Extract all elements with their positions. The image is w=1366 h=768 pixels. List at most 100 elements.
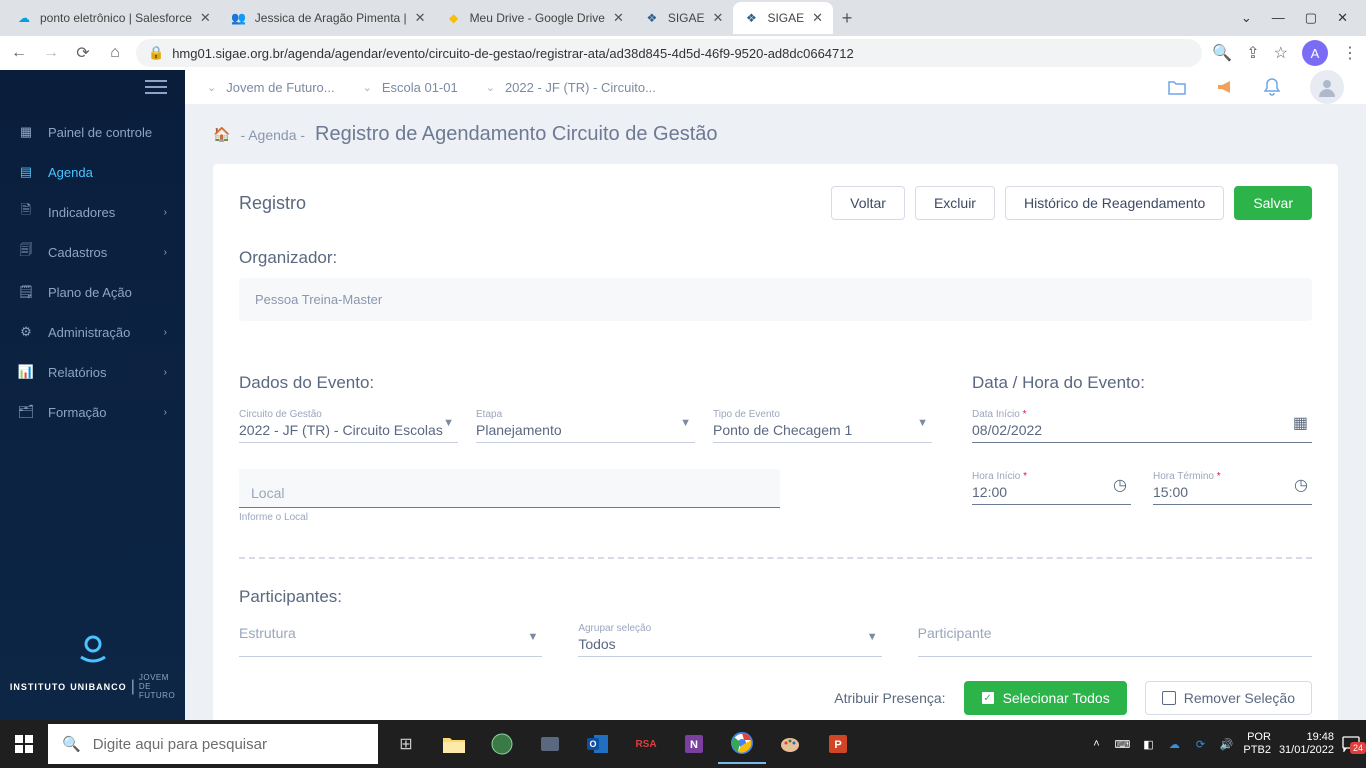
tray-app-icon[interactable]: ◧ (1139, 738, 1157, 751)
tab-title: ponto eletrônico | Salesforce (40, 11, 192, 25)
sidebar-item-indicadores[interactable]: 🗎Indicadores› (0, 192, 185, 232)
start-button[interactable] (0, 720, 48, 768)
logo-text-1: INSTITUTO (10, 682, 66, 692)
app-box-icon[interactable] (526, 724, 574, 764)
star-icon[interactable]: ☆ (1274, 43, 1288, 63)
participante-input[interactable]: Participante (918, 617, 1312, 657)
url-input[interactable]: 🔒 hmg01.sigae.org.br/agenda/agendar/even… (136, 39, 1202, 67)
chevron-down-icon: ▼ (680, 417, 691, 429)
chevron-down-icon[interactable]: ⌄ (1241, 10, 1252, 26)
profile-avatar[interactable]: A (1302, 40, 1328, 66)
volume-icon[interactable]: 🔊 (1217, 738, 1235, 751)
system-tray: ˄ ⌨ ◧ ☁ ⟳ 🔊 POR PTB2 19:48 31/01/2022 24 (1087, 731, 1366, 756)
app-globe-icon[interactable] (478, 724, 526, 764)
close-window-icon[interactable]: ✕ (1337, 10, 1348, 26)
tipo-evento-select[interactable]: Tipo de Evento Ponto de Checagem 1 ▼ (713, 403, 932, 443)
maximize-icon[interactable]: ▢ (1305, 10, 1317, 26)
salvar-button[interactable]: Salvar (1234, 186, 1312, 220)
local-input[interactable]: Local (239, 469, 780, 508)
powerpoint-icon[interactable]: P (814, 724, 862, 764)
home-button[interactable]: ⌂ (104, 42, 126, 64)
agrupar-select[interactable]: Agrupar seleção Todos ▼ (578, 617, 881, 657)
language-indicator[interactable]: POR PTB2 (1243, 731, 1271, 756)
reload-button[interactable]: ⟳ (72, 42, 94, 64)
chevron-down-icon: ▼ (867, 631, 878, 643)
sidebar-item-formacao[interactable]: 🗂Formação› (0, 392, 185, 432)
share-icon[interactable]: ⇪ (1246, 43, 1259, 63)
tab-2[interactable]: ◆ Meu Drive - Google Drive ✕ (436, 2, 634, 34)
taskbar: 🔍 Digite aqui para pesquisar ⊞ O RSA N P… (0, 720, 1366, 768)
sync-icon[interactable]: ⟳ (1191, 738, 1209, 751)
hora-termino-input[interactable]: Hora Término * 15:00 ◷ (1153, 465, 1312, 505)
atribuir-label: Atribuir Presença: (834, 690, 945, 706)
paint-icon[interactable] (766, 724, 814, 764)
data-inicio-input[interactable]: Data Início * 08/02/2022 ▦ (972, 403, 1312, 443)
sidebar-item-painel[interactable]: ▦Painel de controle (0, 112, 185, 152)
close-icon[interactable]: ✕ (415, 10, 426, 26)
chevron-right-icon: › (164, 207, 167, 218)
tab-4[interactable]: ❖ SIGAE ✕ (733, 2, 833, 34)
context-select-1[interactable]: ⌄Jovem de Futuro... (207, 80, 335, 95)
minimize-icon[interactable]: — (1272, 10, 1285, 26)
tray-up-icon[interactable]: ˄ (1087, 738, 1105, 750)
forward-button[interactable]: → (40, 42, 62, 64)
chevron-down-icon: ⌄ (363, 81, 372, 94)
hora-inicio-input[interactable]: Hora Início * 12:00 ◷ (972, 465, 1131, 505)
close-icon[interactable]: ✕ (200, 10, 211, 26)
sidebar-item-cadastros[interactable]: 🗐Cadastros› (0, 232, 185, 272)
outlook-icon[interactable]: O (574, 724, 622, 764)
search-placeholder: Digite aqui para pesquisar (93, 736, 267, 753)
onenote-icon[interactable]: N (670, 724, 718, 764)
home-icon[interactable]: 🏠 (213, 126, 230, 143)
bell-icon[interactable] (1264, 78, 1280, 96)
menu-icon[interactable]: ⋮ (1342, 43, 1358, 63)
task-view-icon[interactable]: ⊞ (382, 724, 430, 764)
svg-text:P: P (834, 739, 841, 751)
file-explorer-icon[interactable] (430, 724, 478, 764)
field-value: Planejamento (476, 420, 695, 438)
chevron-down-icon: ▼ (917, 417, 928, 429)
close-icon[interactable]: ✕ (812, 10, 823, 26)
sidebar-item-agenda[interactable]: ▤Agenda (0, 152, 185, 192)
remover-selecao-button[interactable]: Remover Seleção (1145, 681, 1312, 715)
notifications-icon[interactable]: 24 (1342, 736, 1360, 752)
tab-strip: ☁ ponto eletrônico | Salesforce ✕ 👥 Jess… (0, 0, 1366, 36)
circuito-select[interactable]: Circuito de Gestão 2022 - JF (TR) - Circ… (239, 403, 458, 443)
back-button[interactable]: ← (8, 42, 30, 64)
sidebar-toggle[interactable] (0, 70, 185, 112)
context-select-2[interactable]: ⌄Escola 01-01 (363, 80, 458, 95)
keyboard-icon[interactable]: ⌨ (1113, 738, 1131, 751)
historico-button[interactable]: Histórico de Reagendamento (1005, 186, 1224, 220)
close-icon[interactable]: ✕ (713, 10, 724, 26)
sidebar-item-plano[interactable]: 🗒Plano de Ação (0, 272, 185, 312)
megaphone-icon[interactable] (1216, 79, 1234, 95)
tab-title: Meu Drive - Google Drive (470, 11, 605, 25)
folder-icon[interactable] (1168, 79, 1186, 95)
onedrive-icon[interactable]: ☁ (1165, 738, 1183, 751)
dados-evento-label: Dados do Evento: (239, 373, 932, 393)
excluir-button[interactable]: Excluir (915, 186, 995, 220)
chrome-icon[interactable] (718, 724, 766, 764)
tab-1[interactable]: 👥 Jessica de Aragão Pimenta | ✕ (221, 2, 436, 34)
rsa-icon[interactable]: RSA (622, 724, 670, 764)
clock[interactable]: 19:48 31/01/2022 (1279, 731, 1334, 756)
voltar-button[interactable]: Voltar (831, 186, 905, 220)
sidebar-item-relatorios[interactable]: 📊Relatórios› (0, 352, 185, 392)
selecionar-todos-button[interactable]: ✓ Selecionar Todos (964, 681, 1127, 715)
field-value: 15:00 (1153, 482, 1312, 500)
context-select-3[interactable]: ⌄2022 - JF (TR) - Circuito... (486, 80, 656, 95)
clock-icon: ◷ (1113, 475, 1127, 495)
estrutura-select[interactable]: Estrutura ▼ (239, 617, 542, 657)
taskbar-search[interactable]: 🔍 Digite aqui para pesquisar (48, 724, 378, 764)
close-icon[interactable]: ✕ (613, 10, 624, 26)
user-avatar[interactable] (1310, 70, 1344, 104)
field-value: Ponto de Checagem 1 (713, 420, 932, 438)
sidebar-item-admin[interactable]: ⚙Administração› (0, 312, 185, 352)
sidebar: ▦Painel de controle ▤Agenda 🗎Indicadores… (0, 70, 185, 720)
zoom-icon[interactable]: 🔍 (1212, 43, 1232, 63)
tab-0[interactable]: ☁ ponto eletrônico | Salesforce ✕ (6, 2, 221, 34)
etapa-select[interactable]: Etapa Planejamento ▼ (476, 403, 695, 443)
new-tab-button[interactable]: + (833, 4, 861, 32)
tab-3[interactable]: ❖ SIGAE ✕ (634, 2, 734, 34)
document-icon: 🗎 (18, 204, 34, 220)
